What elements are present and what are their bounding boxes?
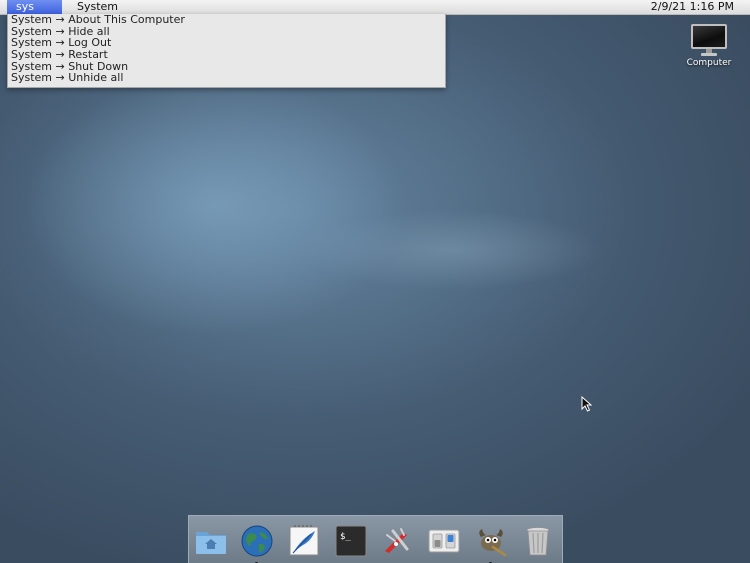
- menu-bar-clock: 2/9/21 1:16 PM: [650, 0, 734, 13]
- dock: $_: [188, 515, 563, 563]
- terminal-icon: $_: [335, 525, 367, 557]
- settings-toggles-icon: [428, 529, 460, 553]
- text-editor-quill-icon: [289, 525, 319, 556]
- utilities-knife-icon: [385, 528, 409, 553]
- sys-dropdown-menu: System → About This Computer System → Hi…: [7, 14, 446, 88]
- computer-monitor-icon: [691, 24, 727, 49]
- dock-item-text-editor[interactable]: [286, 523, 322, 559]
- system-menu[interactable]: System: [77, 0, 118, 14]
- dock-item-web-browser[interactable]: [239, 523, 275, 563]
- dock-item-home-folder[interactable]: [193, 523, 229, 559]
- trash-icon: [526, 527, 550, 556]
- gimp-icon: [479, 529, 507, 557]
- dock-item-gimp[interactable]: [473, 523, 509, 563]
- menu-item-restart[interactable]: System → Restart: [8, 49, 445, 61]
- desktop-icon-computer[interactable]: Computer: [682, 24, 736, 68]
- dock-item-settings[interactable]: [426, 523, 462, 559]
- svg-text:$_: $_: [340, 532, 351, 542]
- app-menu-sys[interactable]: sys: [7, 0, 62, 14]
- mouse-pointer-icon: [581, 396, 593, 412]
- dock-item-terminal[interactable]: $_: [333, 523, 369, 559]
- web-browser-globe-icon: [241, 525, 273, 557]
- desktop-icon-label: Computer: [686, 58, 732, 68]
- home-folder-icon: [196, 532, 226, 554]
- dock-item-utilities[interactable]: [379, 523, 415, 559]
- dock-item-trash[interactable]: [520, 523, 556, 559]
- menu-item-about-this-computer[interactable]: System → About This Computer: [8, 14, 445, 26]
- menu-item-unhide-all[interactable]: System → Unhide all: [8, 72, 445, 84]
